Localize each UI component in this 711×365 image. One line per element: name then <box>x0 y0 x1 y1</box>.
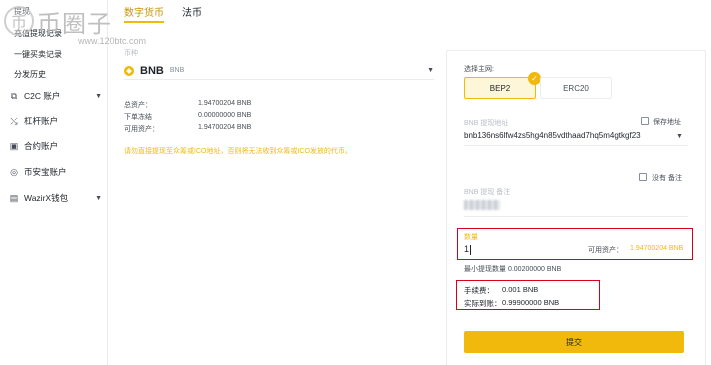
balance-total-row: 总资产： 1.94700204 BNB <box>124 100 251 110</box>
amount-input[interactable]: 1 <box>464 244 472 255</box>
sidebar-item-futures-account[interactable]: ▣ 合约账户 <box>8 138 104 154</box>
coin-symbol: BNB <box>140 64 164 77</box>
memo-label: BNB 提现 备注 <box>464 189 511 196</box>
memo-underline <box>464 216 688 217</box>
available-label: 可用资产： <box>588 247 623 254</box>
balance-value: 1.94700204 BNB <box>198 100 252 107</box>
network-option-label: BEP2 <box>489 83 511 93</box>
currency-tabs: 数字货币 法币 <box>124 4 202 23</box>
tab-fiat[interactable]: 法币 <box>182 4 202 23</box>
sidebar-item-savings-account[interactable]: ◎ 币安宝账户 <box>8 164 104 180</box>
sidebar-item-margin-account[interactable]: ⤯ 杠杆账户 <box>8 113 104 129</box>
address-input[interactable]: bnb136ns6lfw4zs5hg4n85vdthaad7hq5m4gtkgf… <box>464 131 641 140</box>
fee-label: 手续费： <box>464 286 494 295</box>
balance-key: 下单冻结 <box>124 114 152 121</box>
balance-value: 1.94700204 BNB <box>198 124 252 131</box>
address-label: BNB 提现地址 <box>464 120 509 127</box>
address-underline <box>464 145 688 146</box>
sidebar-link-withdraw[interactable]: 提现 <box>14 6 30 17</box>
available-value[interactable]: 1.94700204 BNB <box>630 245 683 252</box>
network-label: 选择主网: <box>464 66 494 73</box>
chevron-down-icon: ▼ <box>95 92 102 100</box>
chevron-down-icon: ▼ <box>427 67 434 74</box>
balance-key: 可用资产： <box>124 126 159 133</box>
sidebar-link-one-click-history[interactable]: 一键买卖记录 <box>14 49 62 60</box>
tab-crypto[interactable]: 数字货币 <box>124 4 164 23</box>
receive-value: 0.99900000 BNB <box>502 298 560 307</box>
fee-row: 手续费： 0.001 BNB <box>464 285 538 296</box>
no-memo-label: 没有 备注 <box>652 175 682 182</box>
sidebar-item-label: 合约账户 <box>24 141 59 151</box>
bnb-coin-icon <box>124 65 134 76</box>
amount-highlight-box <box>457 228 693 260</box>
no-memo-checkbox[interactable] <box>639 173 647 181</box>
fee-value: 0.001 BNB <box>502 285 539 294</box>
ico-warning-notice: 请勿直接提现至众筹或ICO地址，否则将无法收到众筹或ICO发放的代币。 <box>124 148 352 155</box>
people-icon: ⧉ <box>10 90 18 101</box>
submit-button[interactable]: 提交 <box>464 331 684 353</box>
wallet-icon: ▤ <box>9 192 19 203</box>
sidebar-item-label: C2C 账户 <box>24 91 61 101</box>
amount-label: 数量 <box>464 234 478 241</box>
receive-amount-row: 实际到账： 0.99900000 BNB <box>464 298 559 309</box>
sidebar-item-label: WazirX钱包 <box>24 193 69 203</box>
sidebar-item-label: 币安宝账户 <box>24 167 67 177</box>
coin-label: 币种 <box>124 50 138 57</box>
network-option-label: ERC20 <box>563 83 589 93</box>
margin-icon: ⤯ <box>10 115 18 126</box>
network-option-erc20[interactable]: ERC20 <box>540 77 612 99</box>
chevron-down-icon[interactable]: ▼ <box>676 133 683 140</box>
sidebar-item-label: 杠杆账户 <box>24 116 59 126</box>
balance-frozen-row: 下单冻结 0.00000000 BNB <box>124 112 251 122</box>
balance-key: 总资产： <box>124 102 152 109</box>
memo-input[interactable] <box>464 200 500 210</box>
amount-value: 1 <box>464 244 470 254</box>
sidebar-link-deposit-withdraw-history[interactable]: 充值提现记录 <box>14 28 62 39</box>
coin-select[interactable]: BNB BNB ▼ <box>124 62 434 80</box>
balance-available-row: 可用资产： 1.94700204 BNB <box>124 124 251 134</box>
watermark-url: www.120btc.com <box>78 36 147 46</box>
sidebar: 提现 充值提现记录 一键买卖记录 分发历史 ⧉ C2C 账户 ▼ ⤯ 杠杆账户 … <box>0 0 108 365</box>
chevron-down-icon: ▼ <box>95 194 102 202</box>
text-cursor <box>470 244 472 255</box>
sidebar-link-distribution-history[interactable]: 分发历史 <box>14 69 46 80</box>
save-address-label: 保存地址 <box>653 119 681 126</box>
receive-label: 实际到账： <box>464 299 502 308</box>
min-withdraw-amount: 最小提现数量 0.00200000 BNB <box>464 266 562 273</box>
save-address-checkbox[interactable] <box>641 117 649 125</box>
sidebar-item-c2c-account[interactable]: ⧉ C2C 账户 ▼ <box>8 88 104 104</box>
savings-icon: ◎ <box>10 166 18 177</box>
coin-name: BNB <box>169 67 185 74</box>
sidebar-item-wazirx-wallet[interactable]: ▤ WazirX钱包 ▼ <box>8 190 104 206</box>
futures-icon: ▣ <box>9 140 19 151</box>
network-option-bep2[interactable]: BEP2 ✓ <box>464 72 541 99</box>
balance-value: 0.00000000 BNB <box>198 112 252 119</box>
